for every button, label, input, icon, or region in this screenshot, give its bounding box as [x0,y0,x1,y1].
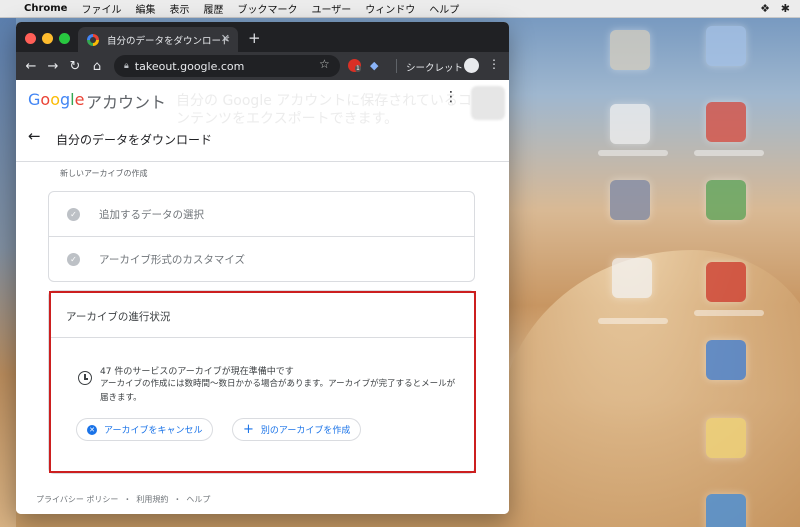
help-link[interactable]: ヘルプ [186,494,210,505]
menubar-app-name[interactable]: Chrome [24,3,67,14]
footer-separator: ・ [173,495,182,504]
highlight-annotation [49,291,476,473]
desktop-icon[interactable] [610,104,650,144]
chrome-menu-icon[interactable]: ⋮ [488,57,500,71]
minimize-window-button[interactable] [42,33,53,44]
menubar-item-edit[interactable]: 編集 [135,1,155,16]
bluetooth-icon[interactable]: ✱ [781,2,790,15]
more-options-icon[interactable]: ⋮ [444,89,458,105]
google-favicon-icon [87,33,99,46]
menubar-item-help[interactable]: ヘルプ [429,1,459,16]
desktop-icon-label [694,150,764,156]
page-footer: プライバシー ポリシー ・ 利用規約 ・ ヘルプ [36,494,210,505]
macos-menubar: Chrome ファイル 編集 表示 履歴 ブックマーク ユーザー ウィンドウ ヘ… [0,0,800,18]
tab-strip: 自分のデータをダウンロード ✕ + [16,22,509,52]
takeout-page: 自分の Google アカウントに保存されているコンテンツをエクスポートできます… [16,80,509,514]
window-controls [25,33,70,44]
desktop-icon[interactable] [610,180,650,220]
desktop-icon[interactable] [706,418,746,458]
shield-extension-icon[interactable]: ◆ [370,59,378,72]
forward-arrow-icon[interactable]: → [42,59,64,74]
browser-toolbar: ← → ↻ ⌂ 🔒︎ takeout.google.com ☆ 1 ◆ シークレ… [16,52,509,80]
back-arrow-icon[interactable]: ← [20,59,42,74]
desktop-icon-label [598,150,668,156]
desktop-icon-label [694,310,764,316]
menubar-item-window[interactable]: ウィンドウ [365,1,415,16]
back-arrow-icon[interactable]: ← [28,127,41,145]
menubar-item-history[interactable]: 履歴 [203,1,223,16]
step-label: 追加するデータの選択 [99,208,204,221]
chrome-window: 自分のデータをダウンロード ✕ + ← → ↻ ⌂ 🔒︎ takeout.goo… [16,22,509,514]
desktop-icon[interactable] [706,494,746,527]
menubar-item-view[interactable]: 表示 [169,1,189,16]
url-text: takeout.google.com [134,59,245,73]
desktop-icon[interactable] [706,102,746,142]
desktop-icon[interactable] [610,30,650,70]
desktop-icon[interactable] [612,258,652,298]
account-header: 自分の Google アカウントに保存されているコンテンツをエクスポートできます… [16,80,509,162]
incognito-label[interactable]: シークレット [406,60,463,74]
new-tab-icon[interactable]: + [248,29,261,47]
browser-tab[interactable]: 自分のデータをダウンロード ✕ [78,27,238,52]
step-select-data[interactable]: ✓ 追加するデータの選択 [49,192,474,237]
dropbox-icon[interactable]: ❖ [760,2,770,15]
menubar-item-users[interactable]: ユーザー [311,1,351,16]
incognito-avatar-icon[interactable] [464,58,479,73]
desktop-icon[interactable] [706,262,746,302]
step-customize-format[interactable]: ✓ アーカイブ形式のカスタマイズ [49,237,474,282]
menubar-item-bookmarks[interactable]: ブックマーク [237,1,297,16]
extension-badge: 1 [355,65,361,72]
toolbar-divider [396,59,397,73]
extension-icon[interactable]: 1 [348,59,361,72]
privacy-policy-link[interactable]: プライバシー ポリシー [36,494,118,505]
menubar-item-file[interactable]: ファイル [81,1,121,16]
faded-description: 自分の Google アカウントに保存されているコンテンツをエクスポートできます… [176,93,472,127]
desktop-icon-label [598,318,668,324]
check-icon: ✓ [67,207,80,221]
account-label[interactable]: アカウント [86,89,166,113]
tab-title: 自分のデータをダウンロード [107,35,231,47]
desktop-wallpaper-left [0,18,16,527]
step-label: アーカイブ形式のカスタマイズ [99,254,246,266]
check-icon: ✓ [67,253,80,266]
footer-separator: ・ [123,495,132,504]
archive-steps: ✓ 追加するデータの選択 ✓ アーカイブ形式のカスタマイズ [48,191,475,282]
tab-close-icon[interactable]: ✕ [221,32,230,45]
desktop-icon[interactable] [706,26,746,66]
section-label: 新しいアーカイブの作成 [60,169,148,178]
desktop-icon[interactable] [706,340,746,380]
desktop-icon[interactable] [706,180,746,220]
page-title: 自分のデータをダウンロード [56,133,213,147]
avatar[interactable] [471,86,505,120]
google-logo[interactable]: Google [28,90,84,109]
zoom-window-button[interactable] [59,33,70,44]
home-icon[interactable]: ⌂ [86,59,108,74]
terms-link[interactable]: 利用規約 [136,494,168,505]
close-window-button[interactable] [25,33,36,44]
bookmark-star-icon[interactable]: ☆ [319,57,330,71]
address-bar[interactable]: 🔒︎ takeout.google.com [114,55,340,77]
reload-icon[interactable]: ↻ [64,59,86,74]
lock-icon[interactable]: 🔒︎ [124,61,129,71]
